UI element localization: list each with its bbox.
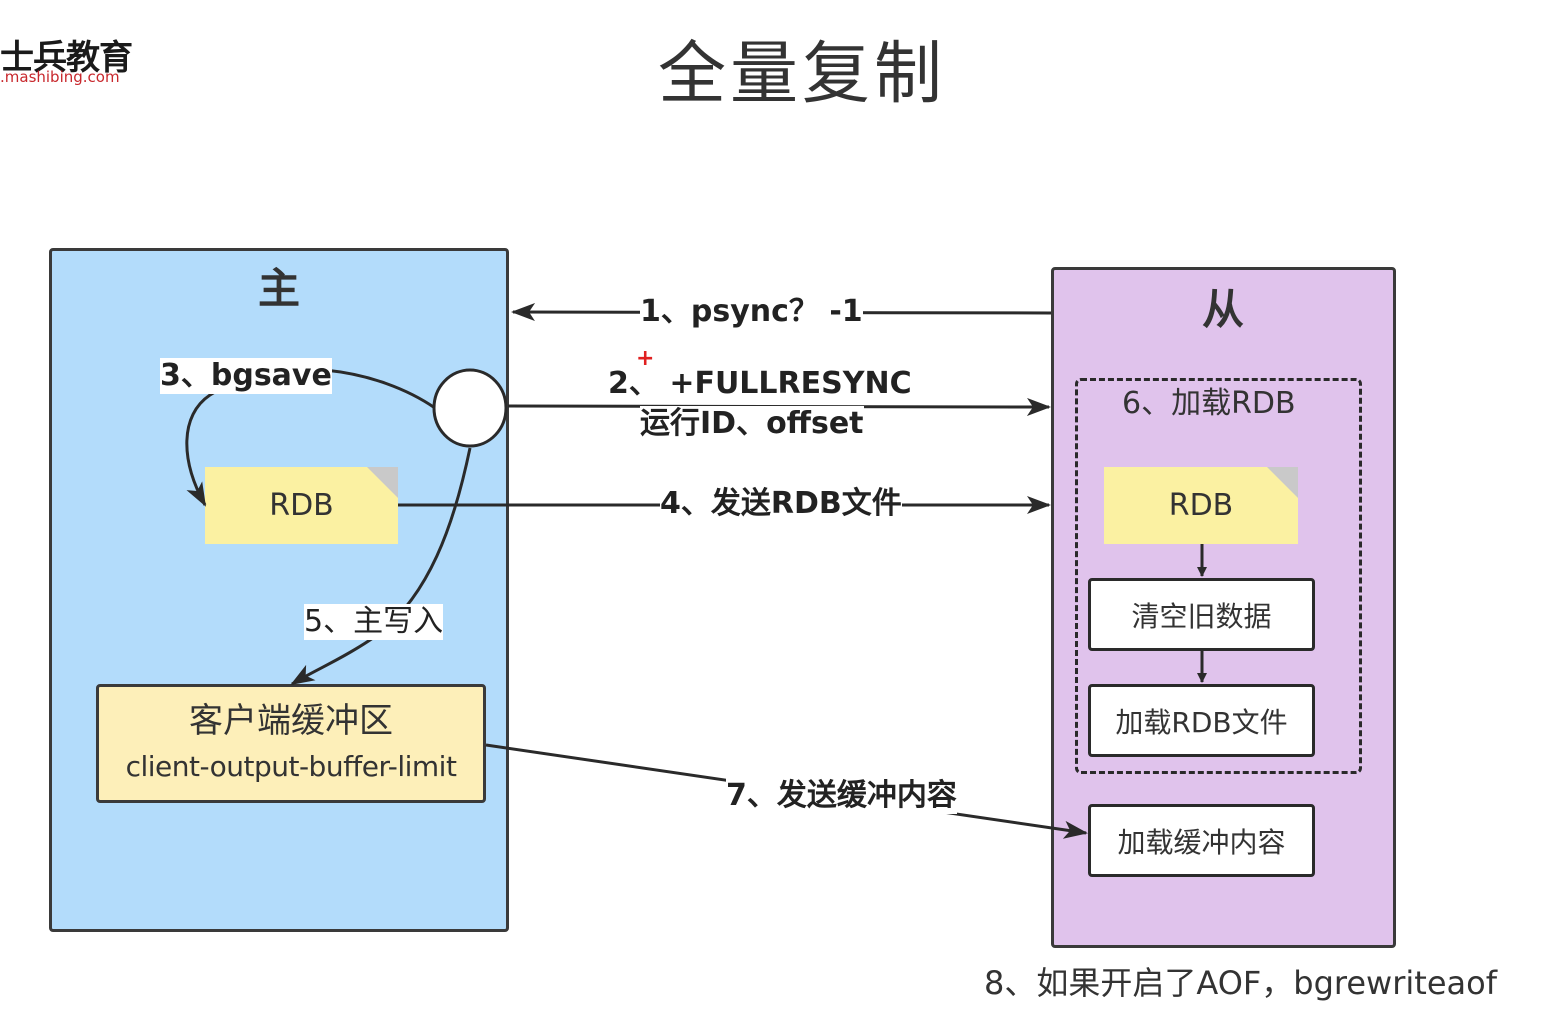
master-process-circle	[432, 368, 508, 448]
arrow-master-write	[290, 447, 472, 686]
step-8-label: 8、如果开启了AOF，bgrewriteaof	[984, 964, 1497, 1002]
step-7-label: 7、发送缓冲内容	[726, 778, 957, 814]
step-3-label: 3、bgsave	[160, 358, 332, 394]
master-rdb-fold	[367, 467, 398, 498]
slave-rdb-fold	[1267, 467, 1298, 498]
step-2-label-line2: 运行ID、offset	[640, 406, 864, 442]
step-1-label: 1、psync？ -1	[640, 294, 863, 330]
step-2-label-line1: 2、 +FULLRESYNC	[608, 366, 912, 402]
step-5-label: 5、主写入	[304, 604, 444, 640]
step-4-label: 4、发送RDB文件	[660, 486, 902, 522]
step-6-label: 6、加载RDB	[1122, 386, 1296, 421]
